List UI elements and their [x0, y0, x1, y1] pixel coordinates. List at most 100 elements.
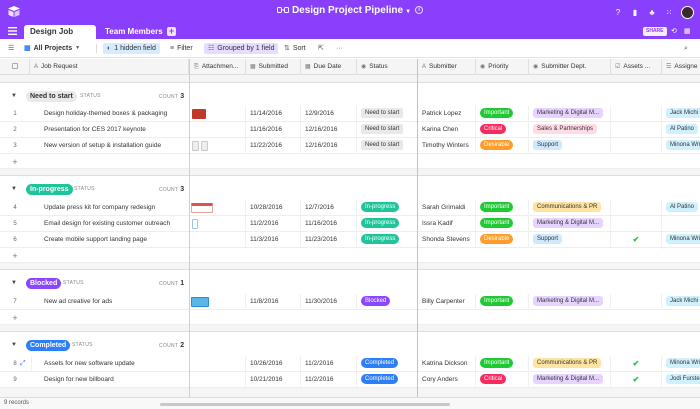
cell-submitter-dept[interactable]: Marketing & Digital M...: [529, 294, 611, 310]
attachment-thumbnail[interactable]: [192, 219, 198, 229]
table-row[interactable]: 9 Design for new billboard 10/21/2016 11…: [0, 372, 700, 388]
table-row[interactable]: 3 New version of setup & installation gu…: [0, 138, 700, 154]
group-header-need-to-start[interactable]: ▼ Need to start STATUS COUNT 3: [0, 82, 700, 108]
search-button[interactable]: ⌕: [684, 43, 688, 54]
attachment-thumbnail[interactable]: [192, 141, 199, 151]
cell-priority[interactable]: Important: [476, 106, 529, 122]
group-button[interactable]: ☷ Grouped by 1 field: [204, 43, 279, 54]
cell-status[interactable]: Need to start: [357, 122, 418, 138]
cell-attachments[interactable]: [190, 356, 246, 372]
column-header-status[interactable]: ◉ Status: [357, 59, 418, 75]
share-button[interactable]: SHARE: [643, 27, 667, 36]
cell-assignee[interactable]: [662, 216, 700, 232]
cell-submitted[interactable]: 11/22/2016: [246, 138, 301, 154]
column-header-due-date[interactable]: ▦ Due Date: [301, 59, 357, 75]
base-title-area[interactable]: Design Project Pipeline ▼ i: [0, 5, 700, 16]
cell-due-date[interactable]: 12/16/2016: [301, 138, 357, 154]
cell-due-date[interactable]: 11/30/2016: [301, 294, 357, 310]
cell-submitter[interactable]: Patrick Lopez: [418, 106, 476, 122]
menu-icon[interactable]: [8, 27, 17, 35]
collapse-caret-icon[interactable]: ▼: [11, 186, 17, 192]
cell-submitter[interactable]: Timothy Winters: [418, 138, 476, 154]
cell-submitted[interactable]: 10/26/2016: [246, 356, 301, 372]
column-header-priority[interactable]: ◉ Priority: [476, 59, 529, 75]
cell-job-request[interactable]: Design for new billboard: [40, 372, 190, 388]
cell-attachments[interactable]: [190, 372, 246, 388]
cell-assignee[interactable]: Al Patino: [662, 122, 700, 138]
cell-submitter[interactable]: Shonda Stevens: [418, 232, 476, 248]
cell-status[interactable]: Need to start: [357, 106, 418, 122]
cell-priority[interactable]: Important: [476, 216, 529, 232]
attachment-thumbnail[interactable]: [192, 109, 206, 119]
cell-attachments[interactable]: [190, 106, 246, 122]
cell-attachments[interactable]: [190, 138, 246, 154]
user-avatar[interactable]: [681, 5, 694, 19]
cell-priority[interactable]: Important: [476, 356, 529, 372]
cell-priority[interactable]: Critical: [476, 122, 529, 138]
cell-job-request[interactable]: Create mobile support landing page: [40, 232, 190, 248]
sort-button[interactable]: ⇅ Sort: [284, 43, 306, 54]
cell-submitter-dept[interactable]: Support: [529, 138, 611, 154]
cell-attachments[interactable]: [190, 216, 246, 232]
table-row[interactable]: 6 Create mobile support landing page 11/…: [0, 232, 700, 248]
add-row[interactable]: +: [0, 310, 700, 325]
filter-button[interactable]: ≡ Filter: [170, 43, 193, 54]
tab-design-job-log[interactable]: Design Job Log▼: [24, 25, 96, 50]
views-toggle[interactable]: ☰: [8, 43, 14, 54]
cell-submitted[interactable]: 11/16/2016: [246, 122, 301, 138]
cell-status[interactable]: In-progress: [357, 200, 418, 216]
table-row[interactable]: 7 New ad creative for ads 11/8/2016 11/3…: [0, 294, 700, 310]
cell-due-date[interactable]: 12/7/2016: [301, 200, 357, 216]
bell-icon[interactable]: ♣: [647, 7, 657, 17]
add-row[interactable]: +: [0, 248, 700, 263]
column-header-submitter[interactable]: A Submitter: [418, 59, 476, 75]
cell-assignee[interactable]: Jack Michi: [662, 106, 700, 122]
cell-submitter[interactable]: Issra Kadif: [418, 216, 476, 232]
cell-attachments[interactable]: [190, 122, 246, 138]
cell-job-request[interactable]: Email design for existing customer outre…: [40, 216, 190, 232]
cell-status[interactable]: In-progress: [357, 232, 418, 248]
cell-due-date[interactable]: 11/2/2016: [301, 372, 357, 388]
cell-submitter-dept[interactable]: Marketing & Digital M...: [529, 106, 611, 122]
add-row[interactable]: +: [0, 154, 700, 169]
cell-status[interactable]: Completed: [357, 356, 418, 372]
column-header-attachments[interactable]: ⎘ Attachmen...: [190, 59, 246, 75]
cell-submitted[interactable]: 11/14/2016: [246, 106, 301, 122]
cell-job-request[interactable]: Assets for new software update: [40, 356, 190, 372]
group-header-completed[interactable]: ▼ Completed STATUS COUNT 2: [0, 331, 700, 357]
cell-job-request[interactable]: Update press kit for company redesign: [40, 200, 190, 216]
horizontal-scrollbar[interactable]: [160, 403, 450, 406]
add-record-icon[interactable]: +: [0, 248, 30, 264]
cell-priority[interactable]: Desirable: [476, 232, 529, 248]
table-row[interactable]: 5 Email design for existing customer out…: [0, 216, 700, 232]
cell-submitted[interactable]: 10/21/2016: [246, 372, 301, 388]
cell-job-request[interactable]: New version of setup & installation guid…: [40, 138, 190, 154]
cell-assignee[interactable]: Jack Michi: [662, 294, 700, 310]
cell-priority[interactable]: Critical: [476, 372, 529, 388]
cell-submitter[interactable]: Sarah Grimaldi: [418, 200, 476, 216]
cell-assignee[interactable]: Minona Wri: [662, 356, 700, 372]
collapse-caret-icon[interactable]: ▼: [11, 280, 17, 286]
share-view-button[interactable]: ⇱: [318, 43, 324, 54]
cell-submitter[interactable]: Karina Chen: [418, 122, 476, 138]
cell-status[interactable]: Need to start: [357, 138, 418, 154]
add-table-button[interactable]: +: [167, 27, 176, 36]
attachment-thumbnail[interactable]: [191, 203, 213, 213]
cell-assets[interactable]: [611, 122, 662, 138]
cell-priority[interactable]: Important: [476, 294, 529, 310]
table-row[interactable]: 4 Update press kit for company redesign …: [0, 200, 700, 216]
group-header-in-progress[interactable]: ▼ In-progress STATUS COUNT 3: [0, 175, 700, 201]
cell-submitter-dept[interactable]: Support: [529, 232, 611, 248]
tab-team-members[interactable]: Team Members: [99, 25, 169, 39]
add-record-icon[interactable]: +: [0, 310, 30, 326]
group-header-blocked[interactable]: ▼ Blocked STATUS COUNT 1: [0, 269, 700, 295]
cell-submitter-dept[interactable]: Marketing & Digital M...: [529, 216, 611, 232]
apps-grid-icon[interactable]: ⁙: [664, 7, 674, 17]
cell-due-date[interactable]: 11/23/2016: [301, 232, 357, 248]
hide-fields-button[interactable]: ◐ 1 hidden field: [103, 43, 160, 54]
column-header-assets[interactable]: ☑ Assets ...: [611, 59, 662, 75]
cell-status[interactable]: In-progress: [357, 216, 418, 232]
cell-submitter[interactable]: Billy Carpenter: [418, 294, 476, 310]
view-switcher[interactable]: ▦ All Projects ▼: [24, 43, 80, 54]
expand-record-icon[interactable]: ⤢: [16, 356, 32, 372]
